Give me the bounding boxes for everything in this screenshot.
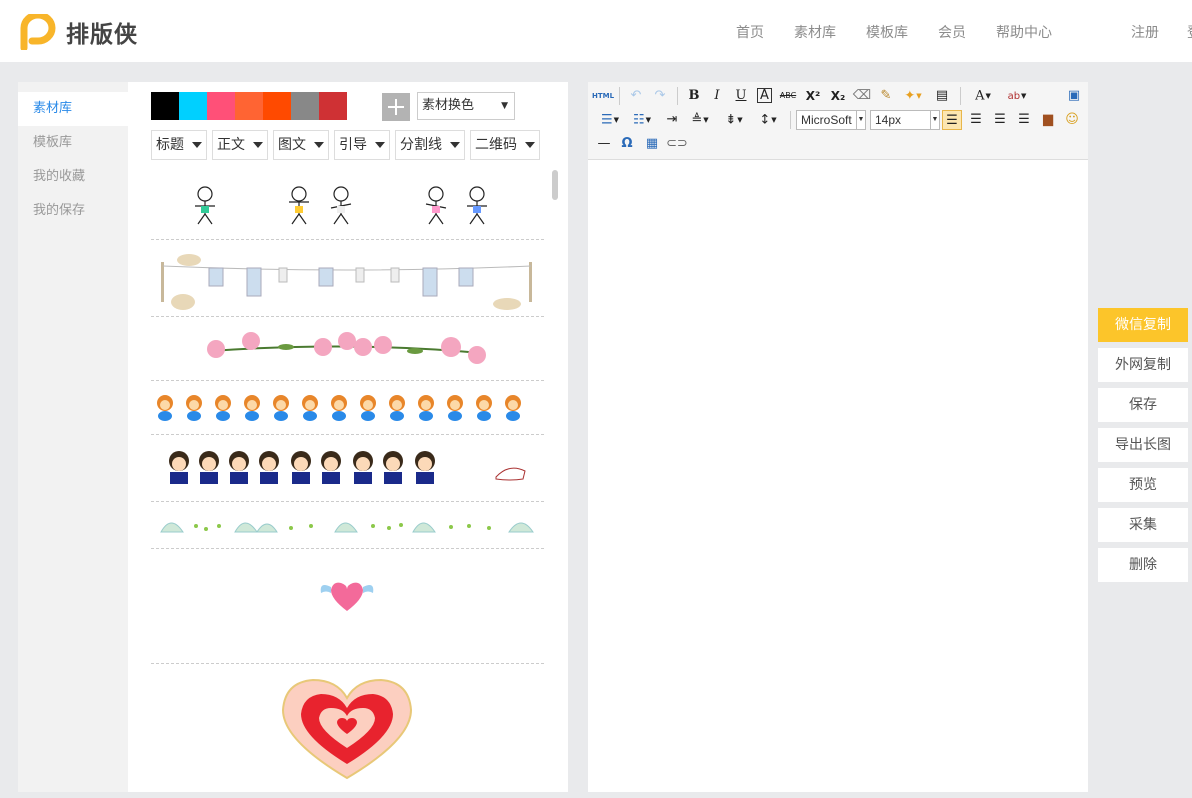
rich-text-editor: HTML ↶ ↷ B I U A ABC X² X₂ ⌫ ✎ ✦▼ ▤ A▼ a… [588,82,1088,792]
register-link[interactable]: 注册 [1131,22,1159,42]
undo-icon[interactable]: ↶ [626,86,646,106]
nav-help-center[interactable]: 帮助中心 [996,22,1052,42]
font-color-button[interactable]: A▼ [968,86,998,106]
paragraph-spacing-icon[interactable]: ≜▼ [686,110,714,130]
nav-templates[interactable]: 模板库 [866,22,908,42]
material-seashells[interactable] [151,502,544,549]
font-family-select[interactable]: MicroSoft ▼ [796,110,866,130]
nav-membership[interactable]: 会员 [938,22,966,42]
color-swatch-red-orange[interactable] [263,92,291,120]
underline-button[interactable]: U [731,86,751,106]
login-link[interactable]: 登 [1187,22,1192,42]
collect-button[interactable]: 采集 [1098,508,1188,542]
color-swatch-cyan[interactable] [179,92,207,120]
material-flower-branch[interactable] [151,317,544,381]
magic-wand-icon[interactable]: ✦▼ [900,86,926,106]
category-image-text[interactable]: 图文 [273,130,329,160]
category-divider[interactable]: 分割线 [395,130,465,160]
color-switch-label: 素材换色 [422,98,475,113]
ordered-list-icon[interactable]: ☰▼ [596,110,624,130]
brand-name: 排版侠 [66,22,138,48]
library-sidebar: 素材库 模板库 我的收藏 我的保存 [18,82,128,792]
category-filters: 标题 正文 图文 引导 分割线 二维码 [151,130,545,160]
category-title[interactable]: 标题 [151,130,207,160]
add-color-button[interactable] [382,93,410,121]
sidebar-item-materials[interactable]: 素材库 [18,92,128,126]
highlight-color-icon[interactable]: ab▼ [1002,86,1032,106]
line-height-icon[interactable]: ↕▼ [754,110,782,130]
align-right-icon[interactable]: ☰ [990,110,1010,130]
material-list [151,172,544,792]
indent-icon[interactable]: ⇥ [662,110,682,130]
link-icon[interactable]: ⊂⊃ [666,134,688,154]
category-qrcode[interactable]: 二维码 [470,130,540,160]
align-justify-icon[interactable]: ☰ [1014,110,1034,130]
align-left-icon[interactable]: ☰ [942,110,962,130]
action-buttons: 微信复制 外网复制 保存 导出长图 预览 采集 删除 [1098,308,1188,588]
row-spacing-icon[interactable]: ⇟▼ [720,110,748,130]
logo-p-icon [20,11,58,52]
material-dancing-figures[interactable] [151,172,544,240]
unordered-list-icon[interactable]: ☷▼ [628,110,656,130]
superscript-button[interactable]: X² [803,86,823,106]
category-guide[interactable]: 引导 [334,130,390,160]
preview-monitor-icon[interactable]: ▣ [1064,86,1084,106]
insert-image-icon[interactable]: ▆ [1038,110,1058,130]
editor-toolbar: HTML ↶ ↷ B I U A ABC X² X₂ ⌫ ✎ ✦▼ ▤ A▼ a… [588,82,1088,160]
sidebar-item-templates[interactable]: 模板库 [18,126,128,160]
material-winged-heart[interactable] [151,549,544,664]
align-center-icon[interactable]: ☰ [966,110,986,130]
nav-home[interactable]: 首页 [736,22,764,42]
external-copy-button[interactable]: 外网复制 [1098,348,1188,382]
font-size-select[interactable]: 14px ▼ [870,110,940,130]
strikethrough-button[interactable]: ABC [778,86,798,106]
color-switch-select[interactable]: 素材换色 ▼ [417,92,515,120]
color-swatch-orange[interactable] [235,92,263,120]
paste-plain-icon[interactable]: ▤ [932,86,952,106]
horizontal-rule-icon[interactable]: — [594,134,614,154]
subscript-button[interactable]: X₂ [828,86,848,106]
material-big-heart[interactable] [151,664,544,792]
redo-icon[interactable]: ↷ [650,86,670,106]
save-button[interactable]: 保存 [1098,388,1188,422]
table-icon[interactable]: ▦ [642,134,662,154]
color-swatches [151,92,347,120]
export-long-image-button[interactable]: 导出长图 [1098,428,1188,462]
html-source-button[interactable]: HTML [592,86,614,106]
material-panel: 素材换色 ▼ 标题 正文 图文 引导 分割线 二维码 [128,82,568,792]
sidebar-item-favorites[interactable]: 我的收藏 [18,160,128,194]
top-header: 排版侠 首页 素材库 模板库 会员 帮助中心 注册 登 [0,0,1192,62]
scrollbar-thumb[interactable] [552,170,558,200]
emoji-icon[interactable]: ☺ [1062,110,1082,130]
preview-button[interactable]: 预览 [1098,468,1188,502]
italic-button[interactable]: I [707,86,727,106]
chevron-down-icon: ▼ [501,101,508,111]
sidebar-item-saved[interactable]: 我的保存 [18,194,128,228]
color-swatch-pink[interactable] [207,92,235,120]
material-clothesline[interactable] [151,240,544,317]
color-swatch-gray[interactable] [291,92,319,120]
format-brush-icon[interactable]: ✎ [876,86,896,106]
eraser-icon[interactable]: ⌫ [852,86,872,106]
special-char-icon[interactable]: Ω [617,134,637,154]
font-border-button[interactable]: A [757,88,772,103]
material-monkey-row[interactable] [151,381,544,435]
bold-button[interactable]: B [684,86,704,106]
color-swatch-black[interactable] [151,92,179,120]
monkey-row-svg [157,395,521,421]
color-swatch-red[interactable] [319,92,347,120]
material-cartoon-boys[interactable] [151,435,544,502]
category-body[interactable]: 正文 [212,130,268,160]
delete-button[interactable]: 删除 [1098,548,1188,582]
nav-materials[interactable]: 素材库 [794,22,836,42]
editor-content-area[interactable] [588,161,1088,792]
brand-logo[interactable]: 排版侠 [20,11,138,52]
wechat-copy-button[interactable]: 微信复制 [1098,308,1188,342]
